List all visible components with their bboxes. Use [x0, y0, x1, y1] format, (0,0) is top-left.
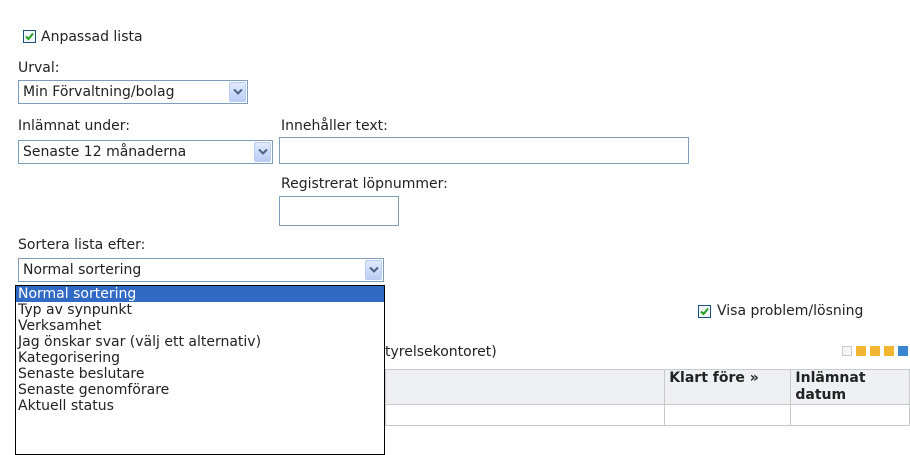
- sort-option[interactable]: Jag önskar svar (välj ett alternativ): [16, 334, 384, 350]
- table-row[interactable]: [384, 404, 910, 426]
- show-problem-checkbox[interactable]: [698, 305, 711, 318]
- selection-label: Urval:: [18, 60, 60, 76]
- table-cell: [790, 404, 910, 426]
- table-cell: [384, 404, 666, 426]
- sort-option[interactable]: Typ av synpunkt: [16, 302, 384, 318]
- sort-option[interactable]: Kategorisering: [16, 350, 384, 366]
- chevron-down-icon: [369, 266, 379, 273]
- selection-value: Min Förvaltning/bolag: [23, 84, 175, 100]
- table-cell: [664, 404, 792, 426]
- sort-dropdown-list[interactable]: Normal sortering Typ av synpunkt Verksam…: [15, 285, 385, 455]
- pager-page-icon[interactable]: [856, 346, 866, 356]
- list-heading: tyrelsekontoret): [385, 344, 497, 360]
- submitted-dropdown-button[interactable]: [254, 142, 271, 162]
- pager-page-icon[interactable]: [870, 346, 880, 356]
- sort-value: Normal sortering: [23, 262, 142, 278]
- sort-dropdown-button[interactable]: [365, 260, 382, 280]
- table-header-cell: [384, 369, 666, 405]
- contains-text-input[interactable]: [279, 137, 689, 164]
- chevron-down-icon: [258, 148, 268, 155]
- checkmark-icon: [700, 307, 709, 316]
- chevron-down-icon: [233, 88, 243, 95]
- contains-text-label: Innehåller text:: [281, 118, 388, 134]
- sort-option[interactable]: Senaste beslutare: [16, 366, 384, 382]
- pager-next-icon[interactable]: [898, 346, 908, 356]
- sort-option[interactable]: Aktuell status: [16, 398, 384, 414]
- pager-first-icon[interactable]: [842, 346, 852, 356]
- custom-list-checkbox[interactable]: [23, 30, 36, 43]
- column-header-submitted-date[interactable]: Inlämnat datum: [790, 369, 910, 405]
- serial-label: Registrerat löpnummer:: [281, 176, 448, 192]
- sort-option[interactable]: Verksamhet: [16, 318, 384, 334]
- results-table: Klart före » Inlämnat datum: [384, 369, 910, 426]
- sort-option[interactable]: Senaste genomförare: [16, 382, 384, 398]
- submitted-select[interactable]: Senaste 12 månaderna: [18, 140, 273, 164]
- show-problem-label: Visa problem/lösning: [717, 303, 864, 319]
- column-header-ready-before[interactable]: Klart före »: [664, 369, 792, 405]
- custom-list-label: Anpassad lista: [41, 29, 143, 45]
- submitted-label: Inlämnat under:: [18, 118, 130, 134]
- selection-dropdown-button[interactable]: [229, 82, 246, 102]
- sort-label: Sortera lista efter:: [18, 237, 146, 253]
- sort-select[interactable]: Normal sortering: [18, 258, 384, 282]
- submitted-value: Senaste 12 månaderna: [23, 144, 187, 160]
- table-header-row: Klart före » Inlämnat datum: [384, 369, 910, 405]
- checkmark-icon: [25, 32, 34, 41]
- sort-option[interactable]: Normal sortering: [16, 286, 384, 302]
- pager-page-icon[interactable]: [884, 346, 894, 356]
- selection-select[interactable]: Min Förvaltning/bolag: [18, 80, 248, 104]
- serial-input[interactable]: [279, 196, 399, 226]
